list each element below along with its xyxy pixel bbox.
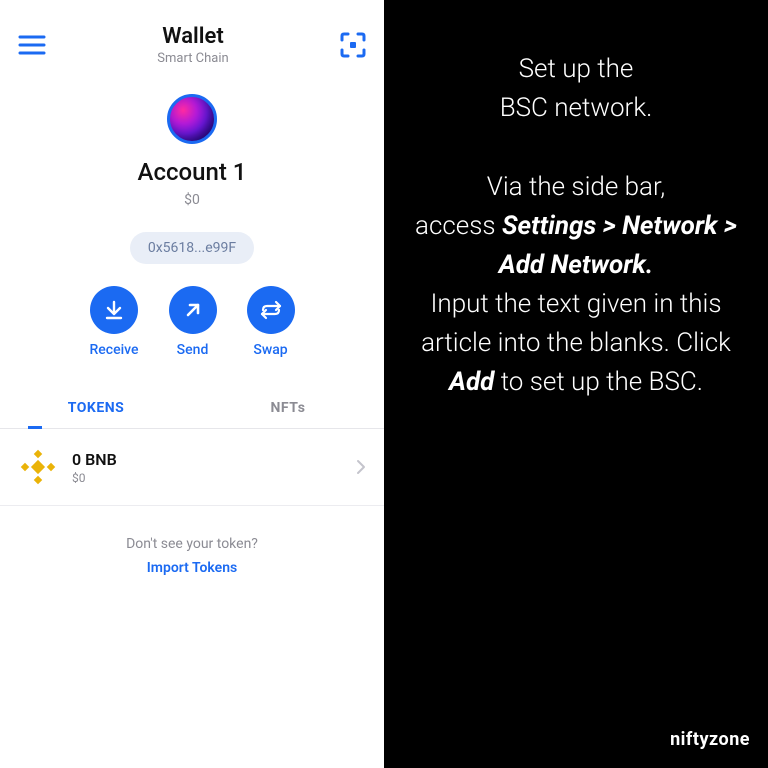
token-info: 0 BNB $0 bbox=[72, 450, 356, 485]
account-name[interactable]: Account 1 bbox=[0, 158, 384, 186]
instruction-heading: Set up the BSC network. bbox=[500, 50, 653, 128]
address-pill[interactable]: 0x5618...e99F bbox=[130, 232, 254, 264]
token-fiat: $0 bbox=[72, 471, 356, 485]
tab-nfts[interactable]: NFTs bbox=[192, 388, 384, 428]
import-tokens-link[interactable]: Import Tokens bbox=[0, 560, 384, 576]
token-row[interactable]: 0 BNB $0 bbox=[0, 429, 384, 506]
tabs: TOKENS NFTs bbox=[0, 388, 384, 429]
nav-path: Settings > Network > Add Network. bbox=[499, 211, 737, 280]
scan-icon[interactable] bbox=[340, 32, 366, 58]
swap-icon bbox=[247, 286, 295, 334]
body-p2a: Via the side bar, bbox=[487, 172, 665, 202]
receive-icon bbox=[90, 286, 138, 334]
send-button[interactable]: Send bbox=[169, 286, 217, 358]
body-p2b: access bbox=[415, 211, 502, 241]
instruction-body: Via the side bar, access Settings > Netw… bbox=[404, 168, 748, 402]
avatar[interactable] bbox=[167, 94, 217, 144]
wallet-app: Wallet Smart Chain Account 1 $0 0x5618..… bbox=[0, 0, 384, 768]
import-prompt: Don't see your token? bbox=[0, 536, 384, 552]
avatar-wrap bbox=[0, 94, 384, 144]
send-label: Send bbox=[177, 342, 209, 358]
title-area: Wallet Smart Chain bbox=[157, 24, 228, 66]
body-p3a: Input the text given in this article int… bbox=[421, 289, 731, 358]
network-name[interactable]: Smart Chain bbox=[157, 51, 228, 66]
tab-tokens[interactable]: TOKENS bbox=[0, 388, 192, 428]
menu-icon[interactable] bbox=[18, 35, 46, 55]
import-section: Don't see your token? Import Tokens bbox=[0, 536, 384, 576]
swap-button[interactable]: Swap bbox=[247, 286, 295, 358]
receive-button[interactable]: Receive bbox=[89, 286, 138, 358]
page-title: Wallet bbox=[162, 24, 223, 49]
action-row: Receive Send Swap bbox=[0, 286, 384, 358]
body-p3b: to set up the BSC. bbox=[494, 367, 703, 397]
header: Wallet Smart Chain bbox=[0, 0, 384, 76]
add-word: Add bbox=[449, 367, 494, 397]
heading-line1: Set up the bbox=[519, 54, 634, 84]
bnb-icon bbox=[18, 447, 58, 487]
account-balance: $0 bbox=[0, 192, 384, 208]
token-name: 0 BNB bbox=[72, 450, 356, 469]
receive-label: Receive bbox=[89, 342, 138, 358]
heading-line2: BSC network. bbox=[500, 93, 653, 123]
brand-logo: niftyzone bbox=[670, 729, 750, 750]
swap-label: Swap bbox=[253, 342, 287, 358]
instruction-panel: Set up the BSC network. Via the side bar… bbox=[384, 0, 768, 768]
chevron-right-icon bbox=[356, 459, 366, 475]
send-icon bbox=[169, 286, 217, 334]
